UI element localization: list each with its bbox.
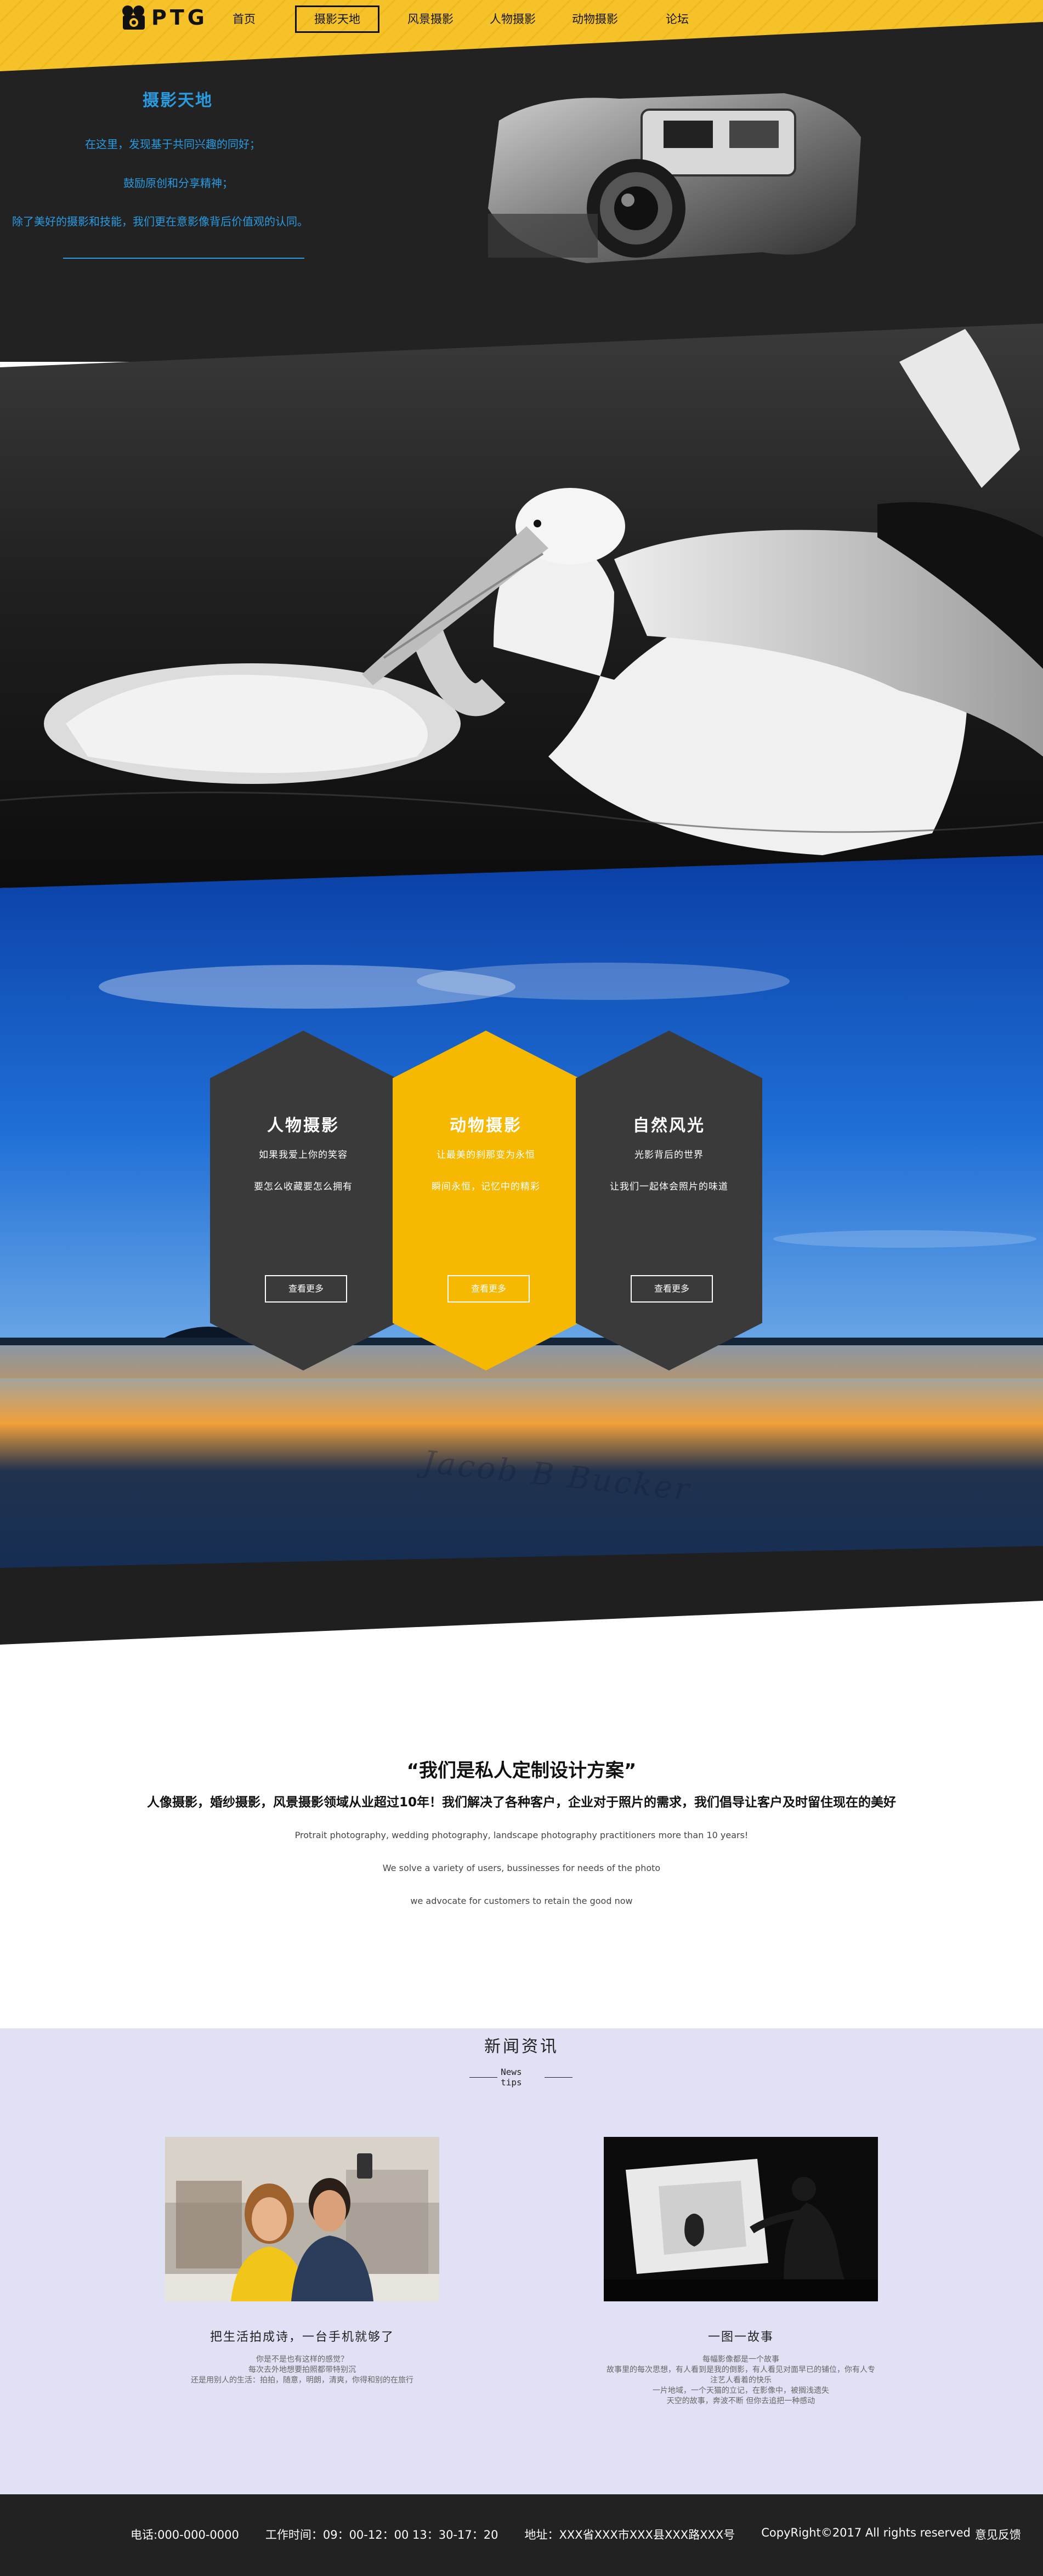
nav-item-animal[interactable]: 动物摄影	[554, 5, 636, 33]
nav-item-portrait[interactable]: 人物摄影	[472, 5, 554, 33]
footer-hours: 工作时间：09：00-12：00 13：30-17：20	[265, 2528, 498, 2541]
card-line: 瞬间永恒，记忆中的精彩	[432, 1181, 540, 1192]
site-footer: 电话:000-000-0000 工作时间：09：00-12：00 13：30-1…	[0, 2494, 1043, 2576]
silhouette-photo[interactable]	[604, 2137, 878, 2301]
nav-item-forum[interactable]: 论坛	[636, 5, 718, 33]
footer-feedback-link[interactable]: 意见反馈	[975, 2526, 1021, 2543]
nav-item-home[interactable]: 首页	[203, 5, 285, 33]
news-card-line: 故事里的每次思想，有人看到是我的倒影，有人看见对面早已的铺位，你有人专注艺人看着…	[606, 2365, 875, 2385]
footer-address: 地址：XXX省XXX市XXX县XXX路XXX号	[524, 2528, 735, 2541]
card-title: 动物摄影	[450, 1116, 522, 1135]
card-line: 如果我爱上你的笑容	[259, 1150, 348, 1161]
news-subtitle-text: News tips	[501, 2067, 522, 2088]
card-title: 人物摄影	[267, 1116, 339, 1135]
news-card-line: 每幅影像都是一个故事	[702, 2355, 779, 2364]
news-card[interactable]: 一图一故事 每幅影像都是一个故事 故事里的每次思想，有人看到是我的倒影，有人看见…	[604, 2137, 878, 2407]
card-line: 让我们一起体会照片的味道	[610, 1181, 728, 1192]
intro-line: 除了美好的摄影和技能，我们更在意影像背后价值观的认同。	[12, 215, 308, 228]
main-nav: 首页 摄影天地 风景摄影 人物摄影 动物摄影 论坛	[203, 0, 718, 38]
intro-line: 在这里，发现基于共同兴趣的同好；	[85, 138, 260, 151]
about-en-line: We solve a variety of users, bussinesses…	[382, 1863, 661, 1873]
news-card-text: 你是不是也有这样的感觉？ 每次去外地想要拍照都带特别沉 还是用别人的生活：拍拍，…	[165, 2355, 439, 2386]
divider	[544, 2077, 573, 2078]
news-card-title[interactable]: 一图一故事	[604, 2327, 878, 2345]
card-portrait: 人物摄影 如果我爱上你的笑容 要怎么收藏要怎么拥有 查看更多	[210, 1031, 396, 1371]
news-subtitle: News tips	[466, 2067, 576, 2088]
intro-line: 鼓励原创和分享精神；	[123, 177, 233, 190]
intro-title: 摄影天地	[143, 91, 213, 110]
divider	[469, 2077, 498, 2078]
logo-text: PTG	[151, 5, 208, 30]
intro-divider	[63, 258, 304, 259]
card-line: 要怎么收藏要怎么拥有	[254, 1181, 353, 1192]
news-card[interactable]: 把生活拍成诗，一台手机就够了 你是不是也有这样的感觉？ 每次去外地想要拍照都带特…	[165, 2137, 439, 2386]
card-line: 让最美的刹那变为永恒	[437, 1150, 535, 1161]
footer-copyright: CopyRight©2017 All rights reserved	[761, 2526, 971, 2539]
card-line: 光影背后的世界	[634, 1150, 704, 1161]
about-subtitle: 人像摄影，婚纱摄影，风景摄影领域从业超过10年！我们解决了各种客户，企业对于照片…	[146, 1795, 896, 1810]
about-en-line: we advocate for customers to retain the …	[410, 1896, 633, 1906]
film-camera-logo-icon	[122, 5, 145, 30]
about-title: “我们是私人定制设计方案”	[406, 1760, 637, 1782]
card-more-button[interactable]: 查看更多	[265, 1275, 347, 1303]
footer-phone: 电话:000-000-0000	[131, 2528, 239, 2541]
card-title: 自然风光	[633, 1116, 705, 1135]
card-more-button[interactable]: 查看更多	[631, 1275, 713, 1303]
news-card-line: 每次去外地想要拍照都带特别沉	[248, 2365, 356, 2374]
news-card-line: 你是不是也有这样的感觉？	[256, 2355, 348, 2364]
couple-selfie-photo[interactable]	[165, 2137, 439, 2301]
news-section	[0, 2028, 1043, 2494]
card-more-button[interactable]: 查看更多	[447, 1275, 530, 1303]
news-title: 新闻资讯	[484, 2037, 559, 2056]
news-card-text: 每幅影像都是一个故事 故事里的每次思想，有人看到是我的倒影，有人看见对面早已的铺…	[604, 2355, 878, 2407]
footer-info-row: 电话:000-000-0000 工作时间：09：00-12：00 13：30-1…	[131, 2526, 1021, 2543]
site-header: PTG 首页 摄影天地 风景摄影 人物摄影 动物摄影 论坛	[0, 0, 1043, 71]
nav-item-photo-world[interactable]: 摄影天地	[295, 5, 379, 33]
nav-item-landscape[interactable]: 风景摄影	[389, 5, 472, 33]
news-card-line: 天空的故事，奔波不断 但你去追把一种感动	[666, 2397, 815, 2406]
news-card-title[interactable]: 把生活拍成诗，一台手机就够了	[165, 2327, 439, 2345]
news-card-line: 还是用别人的生活：拍拍，随意，明朗，清爽，你得和别的在旅行	[191, 2376, 413, 2385]
about-en-line: Protrait photography, wedding photograph…	[294, 1830, 749, 1840]
logo[interactable]: PTG	[120, 3, 208, 32]
news-card-line: 一片地域，一个天猫的立记，在影像中，被搁浅遗失	[653, 2386, 829, 2395]
vintage-camera-photo	[488, 93, 861, 263]
pelican-photo	[0, 323, 1043, 888]
card-nature: 自然风光 光影背后的世界 让我们一起体会照片的味道 查看更多	[576, 1031, 762, 1371]
card-animal: 动物摄影 让最美的刹那变为永恒 瞬间永恒，记忆中的精彩 查看更多	[393, 1031, 579, 1371]
